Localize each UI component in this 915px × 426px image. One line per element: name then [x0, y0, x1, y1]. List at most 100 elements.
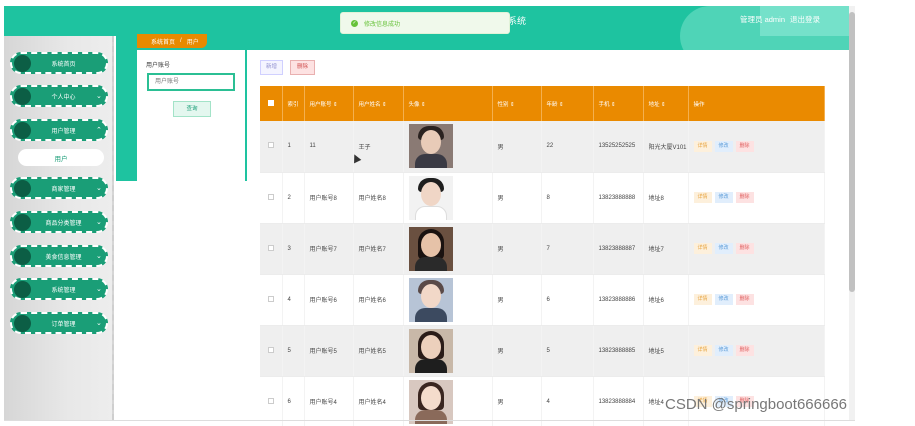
sidebar-item-order-management[interactable]: 订单管理 ⌄: [10, 312, 108, 334]
chevron-down-icon: ⌄: [96, 93, 102, 100]
table-row[interactable]: 1 11 王子 男 22 13525252525 阳光大厦V101 详情 修改 删除: [260, 121, 825, 173]
cell-index: 1: [282, 121, 305, 173]
col-age[interactable]: 年龄 ⇕: [541, 86, 594, 121]
col-name[interactable]: 用户姓名 ⇕: [353, 86, 404, 121]
row-checkbox[interactable]: [268, 142, 274, 149]
account-search-input[interactable]: [147, 73, 235, 91]
batch-delete-button[interactable]: 删除: [290, 60, 315, 75]
cell-phone: 13823888884: [593, 376, 644, 426]
cell-account: 用户账号5: [304, 325, 354, 377]
cell-age: 22: [541, 121, 594, 173]
detail-button[interactable]: 详情: [693, 294, 712, 305]
menu-dot-icon: [14, 280, 31, 298]
col-avatar[interactable]: 头像 ⇕: [403, 86, 493, 121]
cell-phone: 13823888887: [593, 223, 644, 275]
edit-button[interactable]: 修改: [714, 294, 733, 305]
table-row[interactable]: 3 用户账号7 用户姓名7 男 7 13823888887 地址7 详情 修改 删除: [260, 223, 825, 275]
delete-button[interactable]: 删除: [735, 140, 754, 152]
row-checkbox[interactable]: [268, 193, 274, 200]
menu-dot-icon: [14, 213, 31, 231]
delete-button[interactable]: 删除: [735, 243, 754, 254]
cell-name: 王子: [353, 121, 404, 173]
table-row[interactable]: 4 用户账号6 用户姓名6 男 6 13823888886 地址6 详情 修改 删除: [260, 274, 825, 326]
select-all-header[interactable]: [260, 86, 283, 121]
sidebar-item-system-management[interactable]: 系统管理 ⌄: [10, 278, 108, 300]
divider: [4, 420, 855, 421]
col-address[interactable]: 地址 ⇕: [643, 86, 689, 121]
cell-account: 用户账号7: [304, 223, 354, 275]
edit-button[interactable]: 修改: [714, 140, 733, 152]
sidebar-item-label: 用户管理: [51, 128, 76, 135]
col-gender[interactable]: 性别 ⇕: [492, 86, 542, 121]
cell-account: 11: [304, 121, 354, 173]
cell-age: 6: [541, 274, 594, 326]
cell-gender: 男: [492, 274, 542, 326]
detail-button[interactable]: 详情: [693, 345, 712, 356]
chevron-down-icon: ⌄: [96, 219, 102, 226]
detail-button[interactable]: 详情: [693, 192, 712, 203]
row-checkbox[interactable]: [268, 397, 274, 404]
edit-button[interactable]: 修改: [714, 192, 733, 203]
cell-gender: 男: [492, 121, 542, 173]
menu-dot-icon: [14, 179, 31, 197]
logout-link[interactable]: 退出登录: [790, 14, 820, 25]
cell-gender: 男: [492, 223, 542, 275]
cell-age: 7: [541, 223, 594, 275]
delete-button[interactable]: 删除: [735, 192, 754, 203]
chevron-down-icon: ⌄: [96, 253, 102, 260]
cell-gender: 男: [492, 172, 542, 224]
edit-button[interactable]: 修改: [714, 345, 733, 356]
cell-account: 用户账号6: [304, 274, 354, 326]
avatar: [408, 124, 453, 169]
row-checkbox[interactable]: [268, 346, 274, 353]
chevron-up-icon: ⌃: [96, 127, 102, 134]
table-row[interactable]: 5 用户账号5 用户姓名5 男 5 13823888885 地址5 详情 修改 删除: [260, 325, 825, 377]
sidebar-item-label: 订单管理: [51, 321, 76, 328]
sidebar: 系统首页 个人中心 ⌄ 用户管理 ⌃ 用户 商家管理 ⌄ 商品分类管理 ⌄ 美食…: [4, 36, 114, 420]
sidebar-item-home[interactable]: 系统首页: [10, 52, 108, 74]
edit-button[interactable]: 修改: [714, 243, 733, 254]
cell-account: 用户账号4: [304, 376, 354, 426]
cell-account: 用户账号8: [304, 172, 354, 224]
cell-name: 用户姓名4: [353, 376, 404, 426]
detail-button[interactable]: 详情: [693, 243, 712, 254]
col-phone[interactable]: 手机 ⇕: [593, 86, 644, 121]
search-button[interactable]: 查询: [173, 101, 211, 117]
cell-name: 用户姓名7: [353, 223, 404, 275]
chevron-down-icon: ⌄: [96, 286, 102, 293]
cell-phone: 13823888885: [593, 325, 644, 377]
admin-label: 管理员 admin: [740, 15, 786, 24]
delete-button[interactable]: 删除: [735, 345, 754, 356]
chevron-down-icon: ⌄: [96, 320, 102, 327]
app-window: 系统 管理员 admin 退出登录 ✓ 修改信息成功 系统首页 个人中心 ⌄ 用…: [0, 0, 915, 426]
sidebar-item-label: 个人中心: [51, 94, 76, 101]
select-all-checkbox[interactable]: [268, 99, 274, 106]
breadcrumb-home[interactable]: 系统首页: [151, 37, 175, 46]
sidebar-item-merchant-management[interactable]: 商家管理 ⌄: [10, 177, 108, 199]
menu-dot-icon: [14, 314, 31, 332]
sidebar-item-food-management[interactable]: 美食信息管理 ⌄: [10, 245, 108, 267]
cell-index: 2: [282, 172, 305, 224]
cell-index: 4: [282, 274, 305, 326]
row-checkbox[interactable]: [268, 295, 274, 302]
sidebar-subitem-user[interactable]: 用户: [18, 149, 104, 166]
cell-phone: 13823888886: [593, 274, 644, 326]
detail-button[interactable]: 详情: [693, 140, 712, 152]
cell-address: 地址8: [643, 172, 689, 224]
row-checkbox[interactable]: [268, 244, 274, 251]
sidebar-item-category-management[interactable]: 商品分类管理 ⌄: [10, 211, 108, 233]
search-label: 用户账号: [146, 63, 171, 69]
col-index[interactable]: 索引: [282, 86, 305, 121]
sidebar-item-user-management[interactable]: 用户管理 ⌃: [10, 119, 108, 141]
col-account[interactable]: 用户账号 ⇕: [304, 86, 354, 121]
delete-button[interactable]: 删除: [735, 294, 754, 305]
add-button[interactable]: 新增: [260, 60, 283, 75]
scrollbar-thumb[interactable]: [849, 12, 855, 292]
table-row[interactable]: 2 用户账号8 用户姓名8 男 8 13823888888 地址8 详情 修改 删除: [260, 172, 825, 224]
cell-address: 阳光大厦V101: [643, 121, 689, 173]
sidebar-item-label: 系统管理: [51, 287, 76, 294]
sidebar-item-personal-center[interactable]: 个人中心 ⌄: [10, 85, 108, 107]
cell-gender: 男: [492, 325, 542, 377]
cell-address: 地址5: [643, 325, 689, 377]
search-panel: 用户账号 查询: [137, 50, 245, 420]
